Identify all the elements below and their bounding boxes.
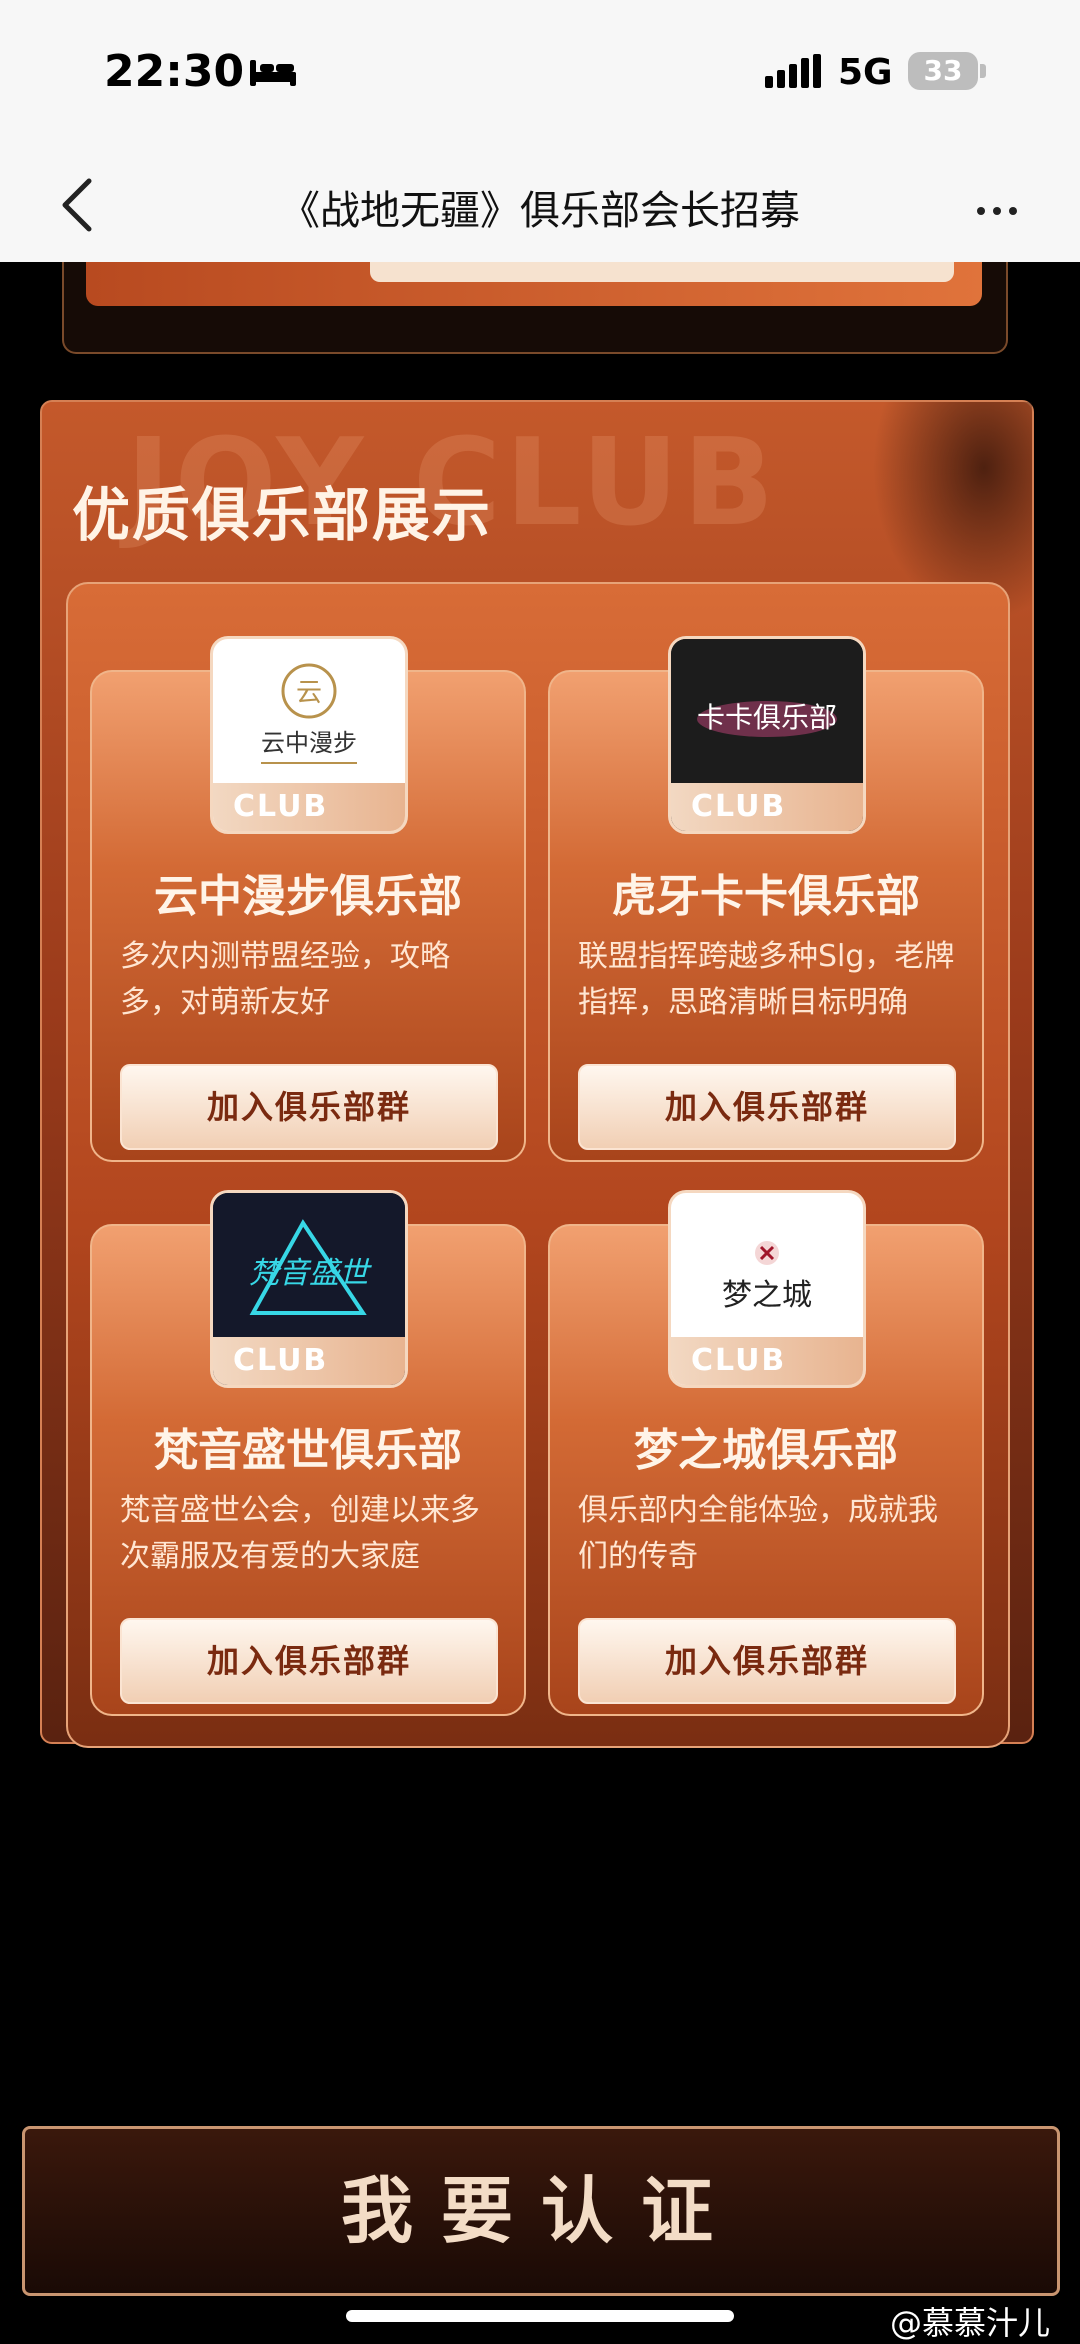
battery-level: 33 [923,54,963,87]
club-showcase-section: JOY CLUB 优质俱乐部展示 云 云中漫步 CLUB 云中漫步俱乐部 多次内… [40,400,1034,1748]
join-club-group-button[interactable]: 加入俱乐部群 [120,1064,498,1150]
join-club-group-button[interactable]: 加入俱乐部群 [578,1064,956,1150]
club-logo: 梵音盛世 CLUB [210,1190,408,1388]
top-bar: 22:30 5G 33 《战地无疆》俱乐部会长招募 [0,0,1080,262]
battery-cap [980,64,986,78]
status-time: 22:30 [104,46,245,97]
club-name: 虎牙卡卡俱乐部 [612,871,920,922]
club-card: 卡卡俱乐部 CLUB 虎牙卡卡俱乐部 联盟指挥跨越多种Slg，老牌指挥，思路清晰… [548,636,984,1162]
svg-text:云中漫步: 云中漫步 [261,729,357,757]
weibo-watermark: @慕慕汁儿 [890,2304,1051,2342]
club-description: 俱乐部内全能体验，成就我们的传奇 [578,1493,938,1574]
battery-icon: 33 [908,52,978,90]
join-club-group-button[interactable]: 加入俱乐部群 [120,1618,498,1704]
svg-text:卡卡俱乐部: 卡卡俱乐部 [697,701,837,734]
club-logo: 云 云中漫步 CLUB [210,636,408,834]
club-name: 梦之城俱乐部 [634,1425,898,1476]
svg-text:云: 云 [296,678,322,708]
club-logo-art: 云 云中漫步 [261,663,357,764]
network-type: 5G [838,52,893,93]
club-name: 梵音盛世俱乐部 [154,1425,462,1476]
club-badge: CLUB [671,783,863,831]
club-logo: 梦之城 CLUB [668,1190,866,1388]
club-card: 梵音盛世 CLUB 梵音盛世俱乐部 梵音盛世公会，创建以来多次霸服及有爱的大家庭… [90,1190,526,1716]
club-logo-art: 梦之城 [722,1241,812,1313]
club-badge: CLUB [213,783,405,831]
club-badge: CLUB [671,1337,863,1385]
home-indicator[interactable] [346,2310,734,2322]
club-logo: 卡卡俱乐部 CLUB [668,636,866,834]
section-title: 优质俱乐部展示 [72,481,493,549]
bed-icon [250,60,296,86]
svg-text:梦之城: 梦之城 [722,1278,812,1313]
join-club-group-button[interactable]: 加入俱乐部群 [578,1618,956,1704]
previous-section-button[interactable] [370,262,954,282]
previous-section-inner [86,262,982,306]
club-logo-art: 卡卡俱乐部 [671,639,863,783]
verify-button[interactable]: 我要认证 [22,2126,1060,2296]
previous-section-card [62,262,1008,354]
club-description: 梵音盛世公会，创建以来多次霸服及有爱的大家庭 [120,1493,480,1574]
club-badge: CLUB [213,1337,405,1385]
more-options-icon[interactable] [973,200,1021,219]
club-name: 云中漫步俱乐部 [154,871,462,922]
svg-text:梵音盛世: 梵音盛世 [249,1256,372,1291]
club-card: 云 云中漫步 CLUB 云中漫步俱乐部 多次内测带盟经验，攻略多，对萌新友好 加… [90,636,526,1162]
page-title: 《战地无疆》俱乐部会长招募 [280,188,800,234]
club-description: 联盟指挥跨越多种Slg，老牌指挥，思路清晰目标明确 [578,939,955,1020]
signal-icon [765,54,821,88]
club-logo-art: 梵音盛世 [213,1193,405,1337]
club-description: 多次内测带盟经验，攻略多，对萌新友好 [120,939,450,1020]
club-card: 梦之城 CLUB 梦之城俱乐部 俱乐部内全能体验，成就我们的传奇 加入俱乐部群 [548,1190,984,1716]
club-grid: 云 云中漫步 CLUB 云中漫步俱乐部 多次内测带盟经验，攻略多，对萌新友好 加… [66,582,1010,1748]
